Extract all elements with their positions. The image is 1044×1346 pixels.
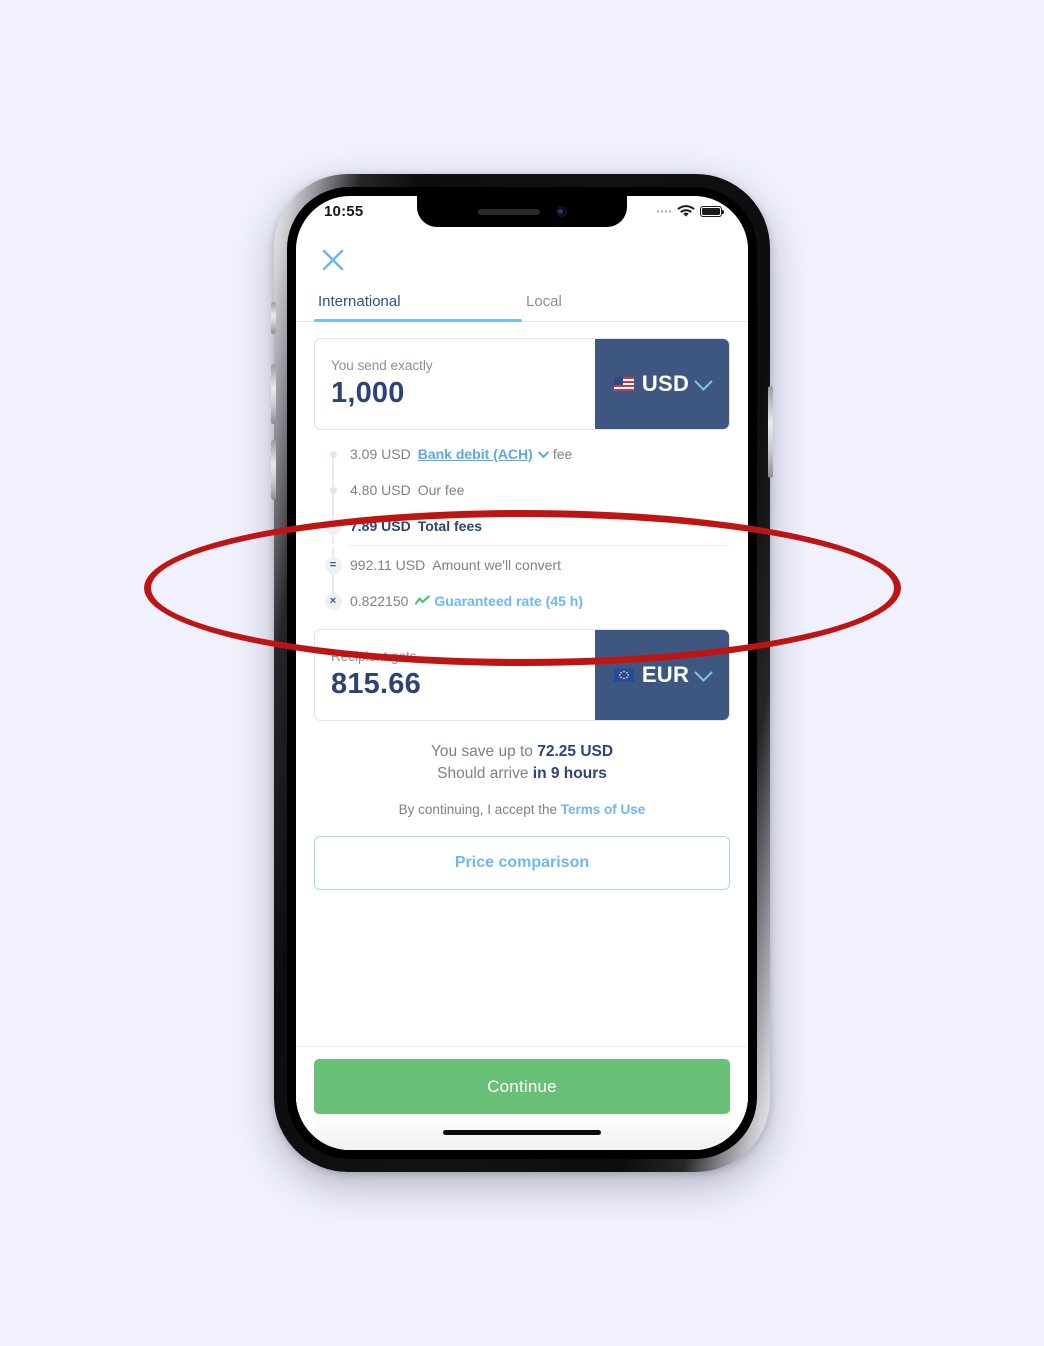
fee-row-our-fee: 4.80 USD Our fee: [314, 472, 730, 508]
recipient-currency-code: EUR: [641, 662, 690, 687]
price-comparison-button[interactable]: Price comparison: [314, 835, 730, 890]
equals-operator-icon: =: [324, 556, 342, 574]
phone-bezel: 10:55 International Local You send exact…: [287, 187, 757, 1159]
summary-section: You save up to 72.25 USD Should arrive i…: [296, 721, 748, 817]
fee-row-text: 3.09 USD Bank debit (ACH) fee: [350, 446, 572, 462]
fee-row-total-fees: − 7.89 USD Total fees: [314, 508, 730, 544]
payment-method-link[interactable]: Bank debit (ACH): [418, 446, 533, 462]
multiply-operator-icon: ×: [324, 592, 342, 610]
battery-full-icon: [700, 206, 725, 217]
signal-dots-icon: [656, 210, 671, 213]
home-indicator[interactable]: [443, 1129, 601, 1135]
savings-amount: 72.25 USD: [537, 743, 614, 760]
volume-up-button[interactable]: [271, 364, 276, 424]
arrival-line: Should arrive in 9 hours: [314, 763, 730, 785]
tab-international[interactable]: International: [314, 285, 522, 322]
operator-column: [316, 472, 350, 508]
send-amount-value: 1,000: [331, 377, 405, 409]
home-indicator-area: [314, 1114, 730, 1150]
fee-divider: [348, 545, 730, 546]
terms-of-use-link[interactable]: Terms of Use: [561, 802, 646, 817]
fee-row-text: 992.11 USD Amount we'll convert: [350, 557, 561, 573]
fee-amount: 4.80 USD: [350, 482, 411, 498]
terms-prefix: By continuing, I accept the: [398, 801, 561, 817]
us-flag-icon: [613, 377, 634, 391]
fee-description: Amount we'll convert: [432, 557, 561, 573]
eu-flag-icon: [613, 668, 634, 682]
operator-column: ×: [316, 583, 350, 619]
operator-column: =: [316, 547, 350, 583]
fee-description: Our fee: [417, 482, 465, 498]
calculator-area: You send exactly 1,000 USD 3.09 USD Bank…: [296, 322, 748, 721]
minus-operator-icon: −: [324, 517, 342, 535]
operator-column: [316, 436, 350, 472]
tab-bar: International Local: [296, 285, 748, 322]
recipient-amount-input[interactable]: Recipient gets 815.66: [315, 630, 595, 720]
recipient-amount-value: 815.66: [331, 668, 421, 700]
fee-row-amount-converted: = 992.11 USD Amount we'll convert: [314, 547, 730, 583]
header-bar: [296, 227, 748, 285]
trend-line-icon: [415, 595, 431, 605]
send-amount-label: You send exactly: [331, 358, 433, 373]
terms-line: By continuing, I accept the Terms of Use: [314, 802, 730, 817]
close-icon[interactable]: [318, 245, 348, 275]
arrival-prefix: Should arrive: [437, 765, 533, 783]
fee-amount: 7.89 USD: [350, 518, 411, 534]
send-currency-code: USD: [641, 371, 690, 396]
send-amount-input[interactable]: You send exactly 1,000: [315, 339, 595, 429]
status-bar-time: 10:55: [324, 203, 364, 220]
power-button[interactable]: [768, 386, 773, 478]
send-amount-card: You send exactly 1,000 USD: [314, 338, 730, 430]
savings-prefix: You save up to: [430, 743, 538, 760]
status-bar-indicators: [656, 205, 725, 218]
continue-button[interactable]: Continue: [314, 1059, 730, 1114]
mute-switch-button[interactable]: [271, 302, 276, 334]
fee-suffix: fee: [552, 446, 573, 462]
arrival-value: in 9 hours: [532, 765, 607, 783]
chevron-down-icon: [694, 662, 713, 682]
phone-screen: 10:55 International Local You send exact…: [296, 196, 748, 1150]
savings-line: You save up to 72.25 USD: [314, 741, 730, 763]
plus-operator-icon: [329, 486, 337, 494]
fee-row-text: 0.822150 Guaranteed rate (45 h): [350, 593, 583, 609]
app-content: International Local You send exactly 1,0…: [296, 227, 748, 1150]
fee-breakdown: 3.09 USD Bank debit (ACH) fee 4.80 USD O…: [314, 430, 730, 629]
exchange-rate-value: 0.822150: [350, 593, 409, 609]
guaranteed-rate-link[interactable]: Guaranteed rate (45 h): [434, 593, 583, 609]
fee-row-text: 7.89 USD Total fees: [350, 518, 482, 534]
fee-row-text: 4.80 USD Our fee: [350, 482, 464, 498]
operator-column: −: [316, 508, 350, 544]
fee-amount: 992.11 USD: [350, 557, 426, 573]
send-currency-selector[interactable]: USD: [595, 339, 729, 429]
fee-row-bank-debit: 3.09 USD Bank debit (ACH) fee: [314, 436, 730, 472]
fee-row-guaranteed-rate: × 0.822150 Guaranteed rate (45 h): [314, 583, 730, 619]
status-bar: 10:55: [296, 196, 748, 227]
phone-frame: 10:55 International Local You send exact…: [271, 174, 773, 1172]
chevron-down-icon[interactable]: [537, 446, 549, 459]
recipient-amount-card: Recipient gets 815.66 EUR: [314, 629, 730, 721]
plus-operator-icon: [329, 450, 337, 458]
wifi-icon: [677, 205, 695, 217]
volume-down-button[interactable]: [271, 440, 276, 500]
recipient-currency-selector[interactable]: EUR: [595, 630, 729, 720]
tab-local[interactable]: Local: [522, 285, 730, 321]
recipient-amount-label: Recipient gets: [331, 649, 417, 664]
fee-amount: 3.09 USD: [350, 446, 411, 462]
footer-bar: Continue: [296, 1046, 748, 1150]
chevron-down-icon: [694, 371, 713, 391]
fee-description: Total fees: [417, 518, 483, 534]
